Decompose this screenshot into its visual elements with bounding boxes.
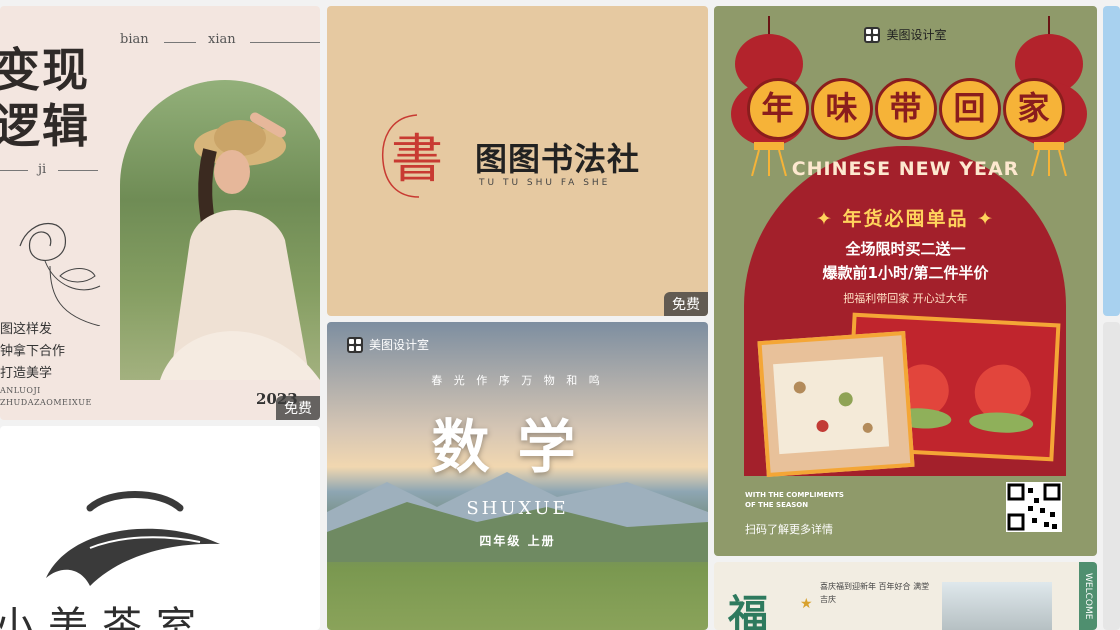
logo-subtitle: TU TU SHU FA SHE — [479, 178, 611, 188]
brand-logo-icon — [347, 336, 363, 353]
poster-copy-line1: 图这样发 — [0, 322, 53, 337]
cover-grade: 四年级 上册 — [479, 534, 556, 548]
template-card-calligraphy-logo[interactable]: 書 图图书法社 TU TU SHU FA SHE 免费 — [327, 6, 708, 316]
qr-code-icon — [1006, 482, 1062, 532]
fu-description: 喜庆福到迎新年 百年好合 满堂吉庆 — [820, 582, 930, 604]
cover-title: 数学 — [431, 413, 604, 481]
logo-title: 图图书法社 — [475, 140, 641, 178]
cny-title-char: 带 — [874, 78, 937, 140]
brand-name: 美图设计室 — [886, 28, 947, 42]
cover-tagline: 春 光 作 序 万 物 和 鸣 — [431, 374, 604, 387]
cny-title-char: 年 — [746, 78, 809, 140]
welcome-banner: WELCOME — [1079, 562, 1097, 630]
cny-promo-line2: 爆款前1小时/第二件半价 — [822, 264, 989, 282]
cny-promo-line1: 全场限时买二送一 — [845, 240, 966, 258]
poster-title-line2: 逻辑 — [0, 99, 90, 153]
tea-leaf-logo — [46, 491, 220, 586]
cny-title: 年 味 带 回 家 — [714, 78, 1097, 140]
cny-title-char: 回 — [938, 78, 1001, 140]
pinyin-mid: ji — [38, 162, 47, 177]
cny-promo-line3: 把福利带回家 开心过大年 — [843, 292, 968, 305]
poster-small-line2: ZHUDAZAOMEIXUE — [0, 398, 92, 407]
brand-logo-icon — [864, 26, 881, 43]
template-card-partial-top[interactable] — [1103, 6, 1120, 316]
divider-line — [0, 170, 28, 171]
fu-character: 福 — [728, 592, 768, 630]
star-icon: ★ — [800, 596, 813, 612]
brand-name: 美图设计室 — [369, 338, 430, 352]
free-badge: 免费 — [664, 292, 708, 316]
divider-line — [250, 42, 320, 43]
product-photo-nougat — [757, 331, 915, 477]
poster-copy-line2: 钟拿下合作 — [0, 344, 66, 359]
cny-title-char: 味 — [810, 78, 873, 140]
template-card-chinese-new-year[interactable]: 美图设计室 年 味 带 回 家 CHINESE NEW YEAR ✦ 年货必囤单… — [714, 6, 1097, 556]
footer-english-line1: WITH THE COMPLIMENTS — [745, 491, 844, 499]
pinyin-left: bian — [120, 32, 149, 47]
divider-line — [164, 42, 196, 43]
template-card-tea-logo[interactable]: 小美茶室 — [0, 426, 320, 630]
calligraphy-seal-logo: 書 — [381, 114, 443, 198]
brand-header: 美图设计室 — [347, 336, 429, 353]
divider-line — [58, 170, 98, 171]
footer-scan-text: 扫码了解更多详情 — [745, 523, 833, 536]
template-card-math-cover[interactable]: 美图设计室 春 光 作 序 万 物 和 鸣 数学 SHUXUE 四年级 上册 — [327, 322, 708, 630]
free-badge: 免费 — [276, 396, 320, 420]
cny-title-char: 家 — [1002, 78, 1065, 140]
template-gallery: 变现 逻辑 bian xian ji 图这样发 钟拿下合作 打造美学 ANLUO… — [0, 0, 1120, 630]
template-card-fu-welcome[interactable]: 福 ★ 喜庆福到迎新年 百年好合 满堂吉庆 WELCOME — [714, 562, 1097, 630]
pinyin-right: xian — [208, 32, 236, 47]
cover-english-title: SHUXUE — [466, 498, 569, 519]
footer-english: WITH THE COMPLIMENTS OF THE SEASON — [745, 490, 844, 510]
cny-english-heading: CHINESE NEW YEAR — [791, 158, 1020, 180]
cny-headline: ✦ 年货必囤单品 ✦ — [815, 208, 996, 230]
fu-building-photo — [942, 582, 1052, 630]
portrait-photo — [120, 80, 320, 380]
tea-brand-name: 小美茶室 — [0, 604, 210, 630]
poster-small-line1: ANLUOJI — [0, 386, 41, 395]
template-card-fashion-poster[interactable]: 变现 逻辑 bian xian ji 图这样发 钟拿下合作 打造美学 ANLUO… — [0, 6, 320, 420]
footer-english-line2: OF THE SEASON — [745, 501, 809, 509]
poster-copy-line3: 打造美学 — [0, 366, 53, 381]
seal-char: 書 — [391, 130, 443, 190]
rose-line-art — [19, 223, 101, 326]
template-card-partial-bottom[interactable] — [1103, 322, 1120, 630]
